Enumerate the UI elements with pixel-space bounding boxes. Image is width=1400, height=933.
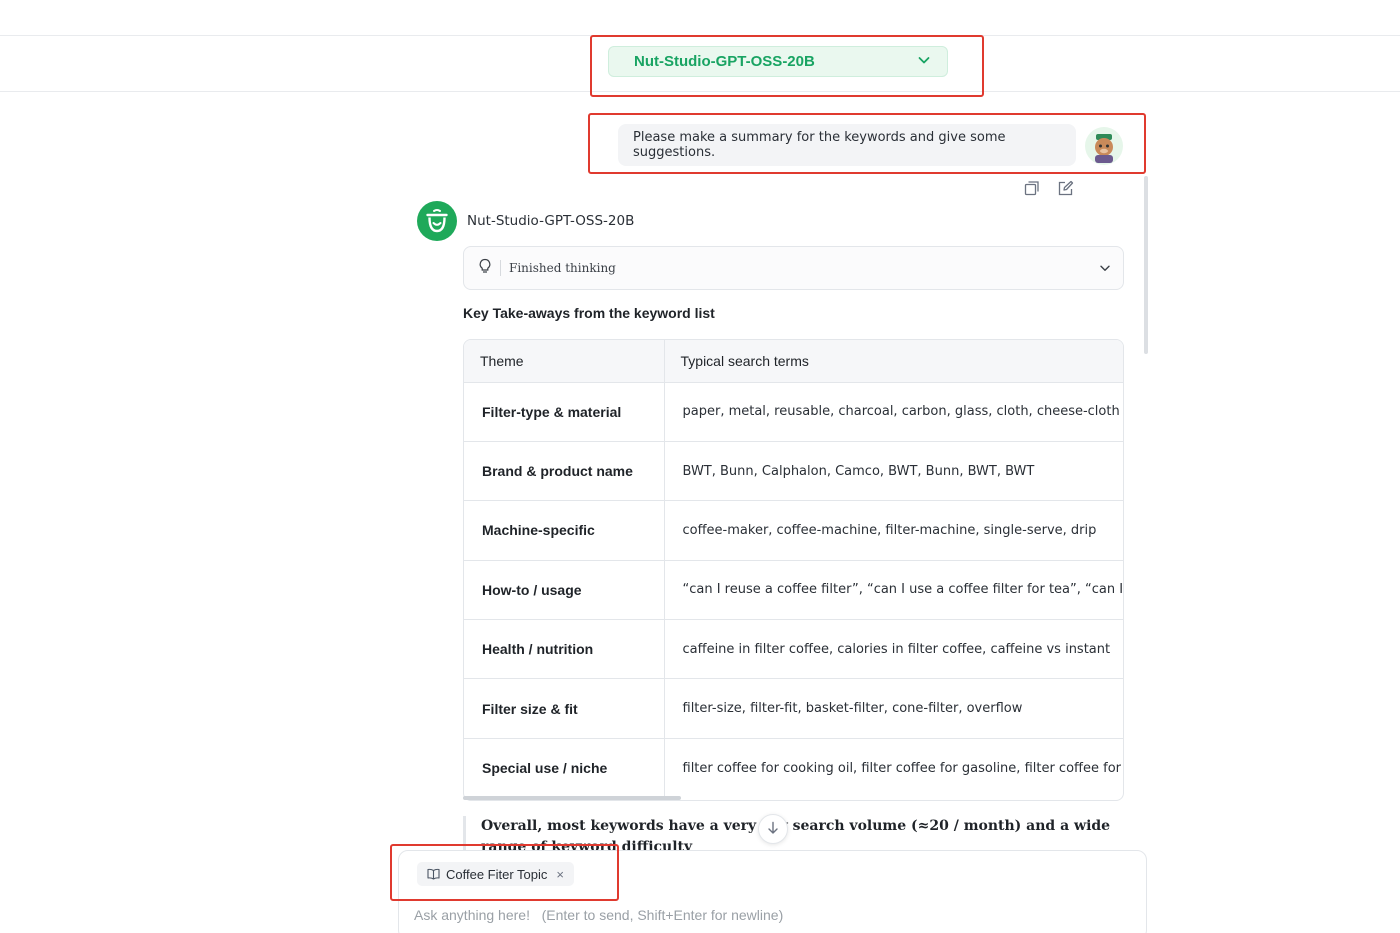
- table-row: Health / nutrition caffeine in filter co…: [464, 619, 1123, 680]
- row-theme: Special use / niche: [464, 738, 665, 798]
- assistant-name: Nut-Studio-GPT-OSS-20B: [467, 213, 635, 229]
- row-theme: How-to / usage: [464, 560, 665, 621]
- keyword-table: Theme Typical search terms Filter-type &…: [463, 339, 1124, 801]
- chevron-down-icon: [917, 52, 931, 71]
- row-theme: Machine-specific: [464, 500, 665, 561]
- user-message-text: Please make a summary for the keywords a…: [633, 130, 1006, 160]
- row-theme: Health / nutrition: [464, 619, 665, 680]
- table-horizontal-scrollbar[interactable]: [463, 796, 681, 800]
- table-row: Filter size & fit filter-size, filter-fi…: [464, 678, 1123, 739]
- chat-input[interactable]: [414, 903, 1134, 927]
- row-terms: filter coffee for cooking oil, filter co…: [682, 760, 1124, 776]
- avatar: [1085, 127, 1123, 165]
- chip-close-button[interactable]: ×: [556, 867, 564, 882]
- section-heading: Key Take-aways from the keyword list: [463, 305, 715, 321]
- arrow-down-icon: [766, 820, 780, 839]
- model-selector[interactable]: Nut-Studio-GPT-OSS-20B: [608, 46, 948, 77]
- column-header-theme: Theme: [464, 340, 665, 383]
- row-theme: Filter size & fit: [464, 678, 665, 739]
- row-terms: paper, metal, reusable, charcoal, carbon…: [664, 382, 1123, 442]
- book-icon: [427, 868, 440, 880]
- lightbulb-icon: [478, 258, 492, 278]
- top-bar: [0, 0, 1400, 36]
- chevron-down-icon: [1099, 259, 1111, 278]
- thinking-toggle[interactable]: Finished thinking: [463, 246, 1124, 290]
- column-header-terms: Typical search terms: [664, 340, 1123, 383]
- table-row: Machine-specific coffee-maker, coffee-ma…: [464, 500, 1123, 561]
- row-theme: Brand & product name: [464, 441, 665, 502]
- row-terms: coffee-maker, coffee-machine, filter-mac…: [664, 500, 1123, 561]
- row-terms: “can I reuse a coffee filter”, “can I us…: [664, 560, 1123, 621]
- row-theme: Filter-type & material: [464, 382, 665, 442]
- assistant-avatar: [417, 201, 457, 241]
- summary-quote: Overall, most keywords have a very low s…: [463, 816, 1124, 850]
- row-terms: BWT, Bunn, Calphalon, Camco, BWT, Bunn, …: [664, 441, 1123, 502]
- model-selector-label: Nut-Studio-GPT-OSS-20B: [634, 53, 815, 70]
- table-row: Special use / niche filter coffee for co…: [464, 738, 1124, 798]
- topic-chip-label: Coffee Fiter Topic: [446, 866, 548, 882]
- row-terms: caffeine in filter coffee, calories in f…: [664, 619, 1123, 680]
- thinking-label: Finished thinking: [509, 261, 616, 275]
- table-row: Brand & product name BWT, Bunn, Calphalo…: [464, 441, 1123, 502]
- thinking-divider: [500, 260, 501, 276]
- table-row: How-to / usage “can I reuse a coffee fil…: [464, 560, 1123, 621]
- scroll-to-bottom-button[interactable]: [758, 814, 788, 844]
- table-row: Filter-type & material paper, metal, reu…: [464, 382, 1123, 442]
- copy-icon[interactable]: [1024, 180, 1040, 196]
- edit-icon[interactable]: [1058, 180, 1074, 196]
- chat-scrollbar[interactable]: [1144, 176, 1148, 354]
- user-message: Please make a summary for the keywords a…: [618, 124, 1076, 166]
- topic-chip[interactable]: Coffee Fiter Topic ×: [417, 862, 574, 886]
- row-terms: filter-size, filter-fit, basket-filter, …: [664, 678, 1123, 739]
